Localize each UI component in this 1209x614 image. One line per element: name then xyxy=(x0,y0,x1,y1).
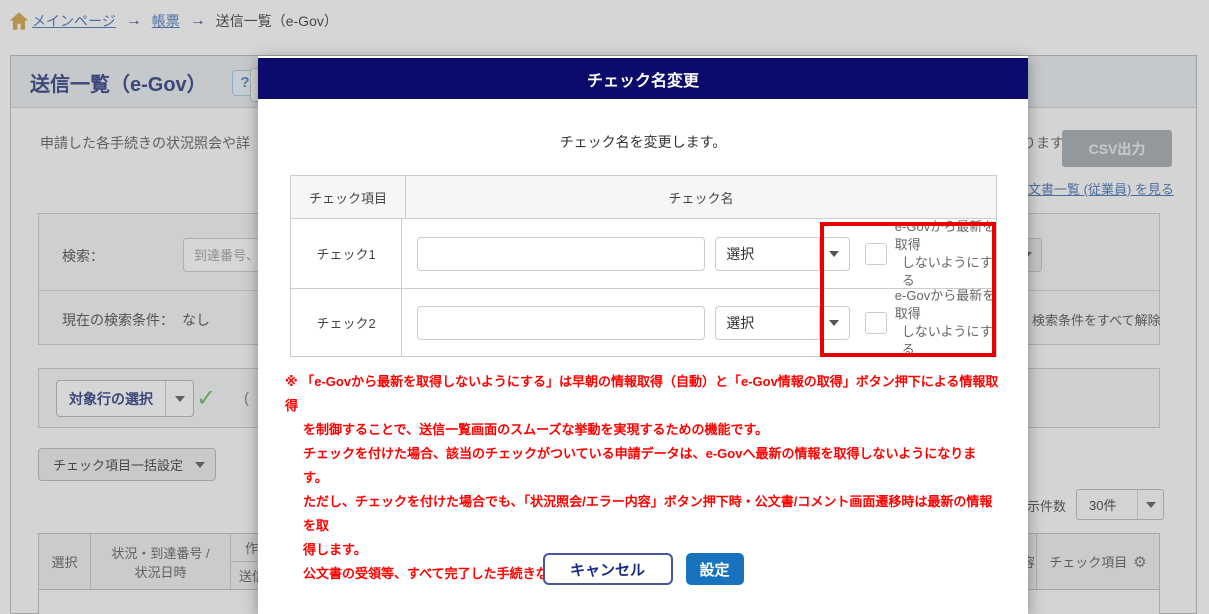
col-check-name-header: チェック名 xyxy=(668,190,734,206)
no-fetch-label-line2: しないようにする xyxy=(901,323,993,357)
check1-no-fetch-wrap: e-Govから最新を取得 しないようにする xyxy=(864,218,996,290)
note-line: チェックを付けた場合、該当のチェックがついている申請データは、e-Govへ最新の… xyxy=(303,446,977,485)
check2-no-fetch-wrap: e-Govから最新を取得 しないようにする xyxy=(864,287,996,359)
table-row: チェック2 選択 e-Govから最新を取得 しないようにする xyxy=(291,287,996,359)
col-check-item-header: チェック項目 xyxy=(291,176,406,218)
check1-no-fetch-label: e-Govから最新を取得 しないようにする xyxy=(895,218,996,290)
screen: メインページ → 帳票 → 送信一覧（e-Gov） 送信一覧（e-Gov） ? … xyxy=(0,0,1209,614)
check2-select[interactable]: 選択 xyxy=(715,305,850,340)
check2-no-fetch-label: e-Govから最新を取得 しないようにする xyxy=(895,287,996,359)
modal-subtitle: チェック名を変更します。 xyxy=(559,134,727,150)
chevron-down-icon xyxy=(818,306,849,339)
check2-name-input[interactable] xyxy=(417,305,706,340)
modal-buttons: キャンセル 設定 xyxy=(258,553,1028,585)
table-header-row: チェック項目 チェック名 xyxy=(291,176,996,218)
no-fetch-label-line1: e-Govから最新を取得 xyxy=(894,218,996,252)
check1-select-value: 選択 xyxy=(726,245,755,262)
submit-button[interactable]: 設定 xyxy=(685,553,744,585)
check2-label: チェック2 xyxy=(291,289,403,356)
chevron-down-icon xyxy=(818,237,849,270)
check2-select-value: 選択 xyxy=(726,314,755,331)
check1-label: チェック1 xyxy=(291,219,403,288)
check2-no-fetch-checkbox[interactable] xyxy=(864,311,887,334)
no-fetch-label-line1: e-Govから最新を取得 xyxy=(894,287,996,321)
table-row: チェック1 選択 e-Govから最新を取得 しないようにする xyxy=(291,218,996,288)
note-line: を制御することで、送信一覧画面のスムーズな挙動を実現するための機能です。 xyxy=(303,422,769,437)
no-fetch-label-line2: しないようにする xyxy=(901,254,993,288)
cancel-button[interactable]: キャンセル xyxy=(542,553,673,585)
check1-select[interactable]: 選択 xyxy=(715,236,850,271)
check1-no-fetch-checkbox[interactable] xyxy=(864,242,887,265)
check-name-table: チェック項目 チェック名 チェック1 選択 e-Govから最新を取得 しないよう… xyxy=(290,175,997,357)
modal-title: チェック名変更 xyxy=(258,58,1028,99)
check-name-change-modal: チェック名変更 チェック名を変更します。 チェック項目 チェック名 チェック1 … xyxy=(258,56,1028,614)
note-line: ※ 「e-Govから最新を取得しないようにする」は早朝の情報取得（自動）と「e-… xyxy=(285,374,999,413)
note-line: ただし、チェックを付けた場合でも、「状況照会/エラー内容」ボタン押下時・公文書/… xyxy=(303,494,993,533)
check1-name-input[interactable] xyxy=(417,236,706,271)
